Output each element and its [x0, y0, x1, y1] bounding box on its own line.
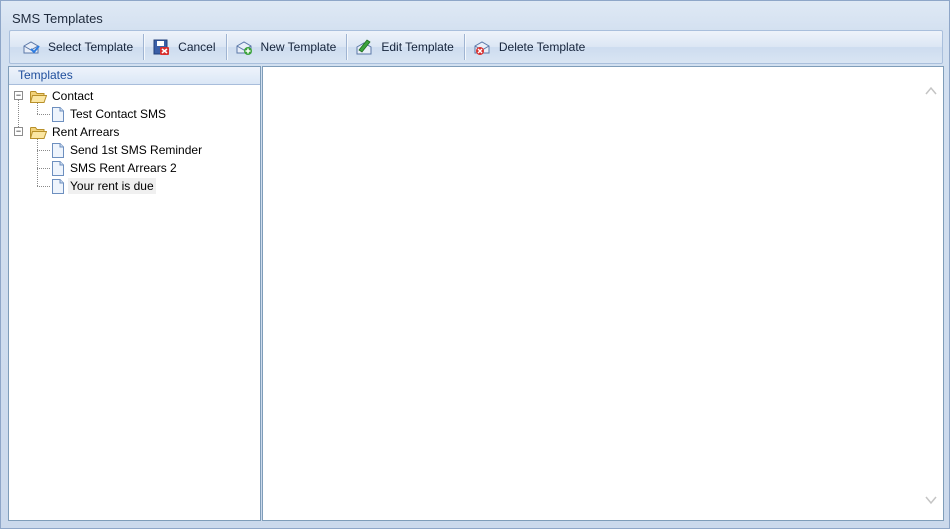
edit-template-button[interactable]: Edit Template: [349, 33, 462, 61]
folder-label: Rent Arrears: [52, 125, 120, 139]
window-title: SMS Templates: [12, 11, 103, 26]
templates-panel: Templates − Contact Test Contact SMS − R…: [8, 66, 261, 521]
cancel-icon: [152, 38, 170, 56]
collapse-icon[interactable]: −: [14, 91, 23, 100]
delete-template-label: Delete Template: [498, 40, 586, 54]
edit-template-label: Edit Template: [381, 40, 454, 54]
tree-folder-rent-arrears[interactable]: − Rent Arrears: [9, 123, 260, 141]
folder-open-icon: [29, 126, 48, 139]
toolbar-separator: [225, 34, 227, 60]
tree-item[interactable]: Send 1st SMS Reminder: [9, 141, 260, 159]
select-template-icon: [22, 38, 40, 56]
new-template-button[interactable]: New Template: [229, 33, 345, 61]
template-label: Send 1st SMS Reminder: [70, 143, 203, 157]
sms-templates-window: SMS Templates Select Template Cancel New…: [0, 0, 950, 529]
document-icon: [52, 143, 64, 158]
template-label: SMS Rent Arrears 2: [70, 161, 177, 175]
template-label: Your rent is due: [68, 178, 156, 194]
delete-template-icon: [473, 38, 491, 56]
toolbar-separator: [463, 34, 465, 60]
toolbar-separator: [346, 34, 348, 60]
tree-connector: [37, 114, 50, 115]
folder-open-icon: [29, 90, 48, 103]
scroll-down-icon[interactable]: [925, 494, 937, 505]
collapse-icon[interactable]: −: [14, 127, 23, 136]
delete-template-button[interactable]: Delete Template: [467, 33, 594, 61]
toolbar-separator: [143, 34, 145, 60]
document-icon: [52, 161, 64, 176]
tree-folder-contact[interactable]: − Contact: [9, 87, 260, 105]
edit-template-icon: [355, 38, 373, 56]
template-preview-area[interactable]: [262, 66, 944, 521]
toolbar: Select Template Cancel New Template Edit…: [9, 30, 943, 64]
new-template-label: New Template: [260, 40, 337, 54]
folder-label: Contact: [52, 89, 94, 103]
document-icon: [52, 107, 64, 122]
select-template-button[interactable]: Select Template: [16, 33, 141, 61]
tree-item[interactable]: SMS Rent Arrears 2: [9, 159, 260, 177]
tree-item-selected[interactable]: Your rent is due: [9, 177, 260, 195]
tree-connector: [37, 168, 50, 169]
select-template-label: Select Template: [48, 40, 134, 54]
document-icon: [52, 179, 64, 194]
tree-connector: [37, 150, 50, 151]
scroll-up-icon[interactable]: [925, 85, 937, 95]
tree-item[interactable]: Test Contact SMS: [9, 105, 260, 123]
cancel-button[interactable]: Cancel: [146, 33, 223, 61]
tree-connector: [37, 186, 50, 187]
templates-panel-header: Templates: [9, 67, 260, 85]
cancel-label: Cancel: [178, 40, 216, 54]
new-template-icon: [235, 38, 253, 56]
template-label: Test Contact SMS: [70, 107, 167, 121]
templates-tree: − Contact Test Contact SMS − Rent Arrear…: [9, 85, 260, 195]
